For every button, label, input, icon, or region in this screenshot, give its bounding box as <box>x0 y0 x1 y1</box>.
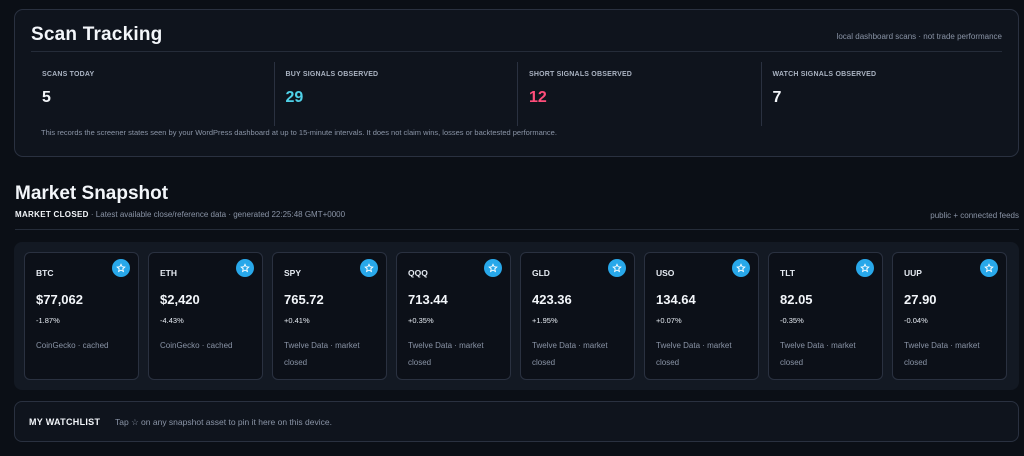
asset-symbol: QQQ <box>408 268 428 278</box>
asset-price: 134.64 <box>656 292 696 307</box>
asset-symbol: UUP <box>904 268 922 278</box>
asset-tile[interactable]: GLD 423.36 +1.95% Twelve Data · market c… <box>520 252 635 380</box>
asset-change: +0.35% <box>408 316 434 325</box>
asset-symbol: BTC <box>36 268 54 278</box>
star-icon <box>240 263 250 273</box>
market-feeds-note: public + connected feeds <box>930 211 1019 220</box>
scan-stats: SCANS TODAY 5 BUY SIGNALS OBSERVED 29 SH… <box>31 62 1004 126</box>
pin-star-button[interactable] <box>856 259 874 277</box>
asset-source: CoinGecko · cached <box>36 341 109 350</box>
asset-tile[interactable]: BTC $77,062 -1.87% CoinGecko · cached <box>24 252 139 380</box>
divider <box>15 229 1019 230</box>
watchlist-title: MY WATCHLIST <box>29 417 101 427</box>
star-icon <box>116 263 126 273</box>
market-snapshot-title: Market Snapshot <box>15 183 169 204</box>
asset-change: +0.07% <box>656 316 682 325</box>
star-icon <box>860 263 870 273</box>
asset-source: Twelve Data · market closed <box>904 341 980 367</box>
asset-price: 423.36 <box>532 292 572 307</box>
watchlist-card: MY WATCHLIST Tap ☆ on any snapshot asset… <box>14 401 1019 442</box>
asset-symbol: USO <box>656 268 675 278</box>
pin-star-button[interactable] <box>112 259 130 277</box>
pin-star-button[interactable] <box>608 259 626 277</box>
asset-price: 82.05 <box>780 292 813 307</box>
pin-star-button[interactable] <box>360 259 378 277</box>
scan-tracking-title: Scan Tracking <box>31 24 163 45</box>
asset-source: Twelve Data · market closed <box>780 341 856 367</box>
asset-tile[interactable]: TLT 82.05 -0.35% Twelve Data · market cl… <box>768 252 883 380</box>
asset-tile[interactable]: USO 134.64 +0.07% Twelve Data · market c… <box>644 252 759 380</box>
watchlist-hint: Tap ☆ on any snapshot asset to pin it he… <box>115 417 332 427</box>
asset-symbol: GLD <box>532 268 550 278</box>
pin-star-button[interactable] <box>732 259 750 277</box>
scan-footnote: This records the screener states seen by… <box>41 128 557 137</box>
stat-value: 29 <box>285 89 304 106</box>
star-icon <box>364 263 374 273</box>
stat-scans-today: SCANS TODAY 5 <box>31 62 275 126</box>
market-snapshot-subtitle: MARKET CLOSED · Latest available close/r… <box>15 210 345 219</box>
asset-change: -0.35% <box>780 316 804 325</box>
asset-price: 765.72 <box>284 292 324 307</box>
asset-change: -1.87% <box>36 316 60 325</box>
asset-price: 27.90 <box>904 292 937 307</box>
stat-label: SHORT SIGNALS OBSERVED <box>529 71 633 78</box>
pin-star-button[interactable] <box>236 259 254 277</box>
stat-label: SCANS TODAY <box>42 71 95 78</box>
stat-value: 12 <box>529 89 547 106</box>
stat-value: 5 <box>42 89 51 106</box>
market-status: MARKET CLOSED <box>15 210 89 219</box>
asset-source: Twelve Data · market closed <box>656 341 732 367</box>
star-icon <box>984 263 994 273</box>
pin-star-button[interactable] <box>484 259 502 277</box>
asset-price: $77,062 <box>36 292 83 307</box>
stat-label: WATCH SIGNALS OBSERVED <box>772 71 877 78</box>
asset-change: -0.04% <box>904 316 928 325</box>
scan-tracking-card: Scan Tracking local dashboard scans · no… <box>14 9 1019 157</box>
asset-change: -4.43% <box>160 316 184 325</box>
asset-source: CoinGecko · cached <box>160 341 233 350</box>
star-icon <box>736 263 746 273</box>
star-icon <box>488 263 498 273</box>
stat-label: BUY SIGNALS OBSERVED <box>285 71 379 78</box>
dashboard-page: Scan Tracking local dashboard scans · no… <box>0 0 1024 456</box>
asset-source: Twelve Data · market closed <box>408 341 484 367</box>
asset-price: 713.44 <box>408 292 448 307</box>
stat-buy-signals: BUY SIGNALS OBSERVED 29 <box>275 62 518 126</box>
asset-tile[interactable]: SPY 765.72 +0.41% Twelve Data · market c… <box>272 252 387 380</box>
asset-tile[interactable]: ETH $2,420 -4.43% CoinGecko · cached <box>148 252 263 380</box>
market-subtitle-text: · Latest available close/reference data … <box>88 210 346 219</box>
asset-source: Twelve Data · market closed <box>284 341 360 367</box>
stat-short-signals: SHORT SIGNALS OBSERVED 12 <box>518 62 762 126</box>
asset-tile[interactable]: QQQ 713.44 +0.35% Twelve Data · market c… <box>396 252 511 380</box>
snapshot-tiles: BTC $77,062 -1.87% CoinGecko · cached ET… <box>14 242 1019 390</box>
star-icon <box>612 263 622 273</box>
asset-change: +0.41% <box>284 316 310 325</box>
stat-watch-signals: WATCH SIGNALS OBSERVED 7 <box>762 62 1005 126</box>
scan-tracking-note: local dashboard scans · not trade perfor… <box>836 32 1002 41</box>
asset-change: +1.95% <box>532 316 558 325</box>
pin-star-button[interactable] <box>980 259 998 277</box>
asset-tile[interactable]: UUP 27.90 -0.04% Twelve Data · market cl… <box>892 252 1007 380</box>
asset-symbol: TLT <box>780 268 795 278</box>
stat-value: 7 <box>772 89 782 106</box>
asset-source: Twelve Data · market closed <box>532 341 608 367</box>
asset-symbol: SPY <box>284 268 302 278</box>
asset-price: $2,420 <box>160 292 200 307</box>
asset-symbol: ETH <box>160 268 177 278</box>
divider <box>31 51 1002 52</box>
